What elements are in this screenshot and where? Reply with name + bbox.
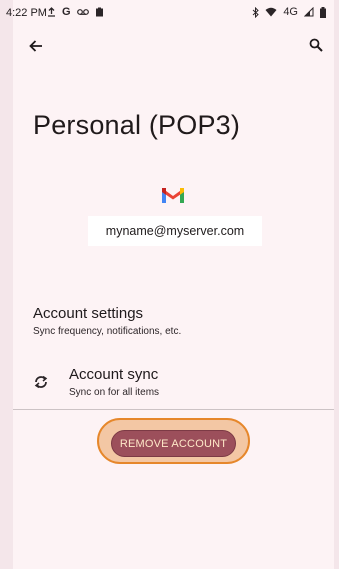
page-title: Personal (POP3) bbox=[33, 110, 241, 140]
search-button[interactable] bbox=[306, 35, 326, 55]
app-screen bbox=[13, 0, 334, 569]
battery-icon bbox=[320, 6, 326, 18]
search-icon bbox=[309, 38, 323, 52]
account-email: myname@myserver.com bbox=[88, 216, 262, 246]
upload-icon bbox=[48, 7, 55, 17]
status-bar: 4:22 PM G 4G bbox=[0, 0, 339, 26]
back-button[interactable] bbox=[26, 36, 46, 56]
voicemail-icon bbox=[76, 9, 89, 15]
wifi-icon bbox=[265, 7, 277, 17]
account-settings-subtitle: Sync frequency, notifications, etc. bbox=[33, 326, 182, 337]
account-sync-title[interactable]: Account sync bbox=[69, 366, 158, 383]
clipboard-icon bbox=[95, 7, 103, 17]
signal-icon bbox=[304, 7, 314, 17]
status-icons-left: G bbox=[47, 6, 104, 18]
divider bbox=[13, 409, 334, 410]
sync-icon bbox=[34, 375, 48, 389]
status-icons-right: 4G bbox=[252, 6, 326, 18]
remove-account-button[interactable]: REMOVE ACCOUNT bbox=[111, 430, 236, 457]
status-time: 4:22 PM bbox=[6, 7, 47, 19]
network-type: 4G bbox=[283, 6, 298, 18]
google-icon: G bbox=[62, 6, 71, 18]
gmail-logo bbox=[162, 188, 184, 203]
bluetooth-icon bbox=[252, 6, 260, 18]
account-settings-title[interactable]: Account settings bbox=[33, 305, 143, 322]
account-sync-subtitle: Sync on for all items bbox=[69, 387, 160, 398]
arrow-left-icon bbox=[29, 40, 42, 52]
